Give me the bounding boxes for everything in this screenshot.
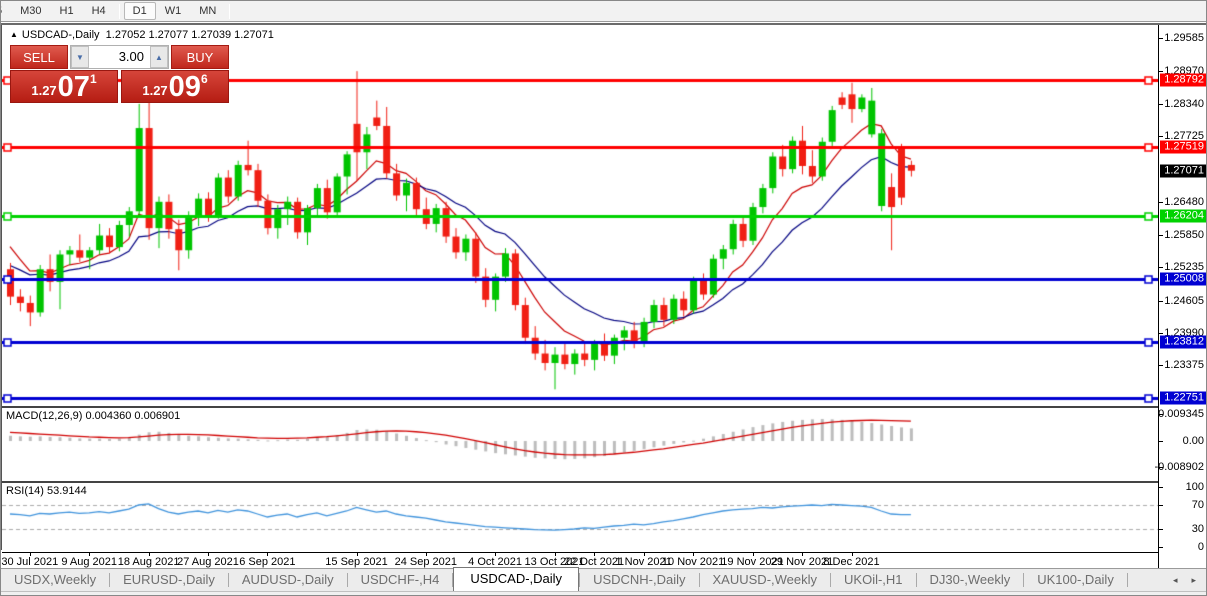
price-axis-label: 100 <box>1185 481 1204 493</box>
buy-price-display[interactable]: 1.27 09 6 <box>121 70 229 103</box>
price-axis-label: 0.009345 <box>1158 408 1204 420</box>
price-axis-label: 1.23375 <box>1164 359 1204 371</box>
price-axis-label: 0 <box>1197 541 1204 553</box>
timeframe-toolbar: 5M30H1H4 D1W1MN <box>1 1 1206 22</box>
price-axis-tickmark <box>1159 38 1163 39</box>
price-tag: 1.22751 <box>1160 391 1206 405</box>
price-tag: 1.27519 <box>1160 140 1206 154</box>
price-axis-tickmark <box>1159 505 1163 506</box>
price-axis-label: 1.25850 <box>1164 229 1204 241</box>
chart-plots: ▲ USDCAD-,Daily 1.27052 1.27077 1.27039 1… <box>1 25 1159 570</box>
price-axis-label: 1.24605 <box>1164 295 1204 307</box>
volume-input[interactable]: 3.00 <box>89 46 150 68</box>
timeframe-button-w1[interactable]: W1 <box>156 3 191 19</box>
time-axis-label: 24 Sep 2021 <box>394 556 457 568</box>
chart-tab-dj30-weekly[interactable]: DJ30-,Weekly <box>917 569 1024 591</box>
price-tag: 1.28792 <box>1160 73 1206 87</box>
sell-price-prefix: 1.27 <box>31 83 57 98</box>
timeframe-button-d1[interactable]: D1 <box>123 2 156 20</box>
chart-tabbar: USDX,Weekly EURUSD-,Daily AUDUSD-,Daily USD… <box>1 567 1206 591</box>
volume-spinner: ▼ 3.00 ▲ <box>70 45 169 69</box>
price-axis-tickmark <box>1159 235 1163 236</box>
timeframe-button-m30[interactable]: M30 <box>11 3 50 19</box>
chart-window: ▲ USDCAD-,Daily 1.27052 1.27077 1.27039 1… <box>1 23 1206 570</box>
buy-price-prefix: 1.27 <box>142 83 168 98</box>
time-axis-label: 9 Aug 2021 <box>61 556 118 568</box>
time-axis-label: 10 Nov 2021 <box>661 556 725 568</box>
macd-panel[interactable]: MACD(12,26,9) 0.004360 0.006901 <box>2 406 1159 481</box>
chart-tab-eurusd-daily[interactable]: EURUSD-,Daily <box>110 569 228 591</box>
rsi-canvas <box>2 483 1159 552</box>
price-axis-label: 30 <box>1191 523 1204 535</box>
time-axis-label: 27 Aug 2021 <box>177 556 239 568</box>
sell-price-display[interactable]: 1.27 07 1 <box>10 70 118 103</box>
price-axis-tickmark <box>1159 441 1163 442</box>
price-axis-tickmark <box>1159 487 1163 488</box>
toolbar-separator <box>118 3 120 19</box>
toolbar-separator <box>229 3 231 19</box>
time-axis-label: 8 Dec 2021 <box>823 556 880 568</box>
price-axis-tickmark <box>1159 529 1163 530</box>
one-click-trade-panel: SELL ▼ 3.00 ▲ BUY 1.27 07 1 1.27 09 6 <box>10 45 229 103</box>
price-axis-tickmark <box>1159 71 1163 72</box>
price-axis-tickmark <box>1159 202 1163 203</box>
chart-ohlc-values: 1.27052 1.27077 1.27039 1.27071 <box>105 29 274 41</box>
trading-platform-window: 5M30H1H4D1W1MN ▲USDCAD-,Daily 1.27052 1.… <box>0 0 1207 596</box>
chart-tab-uk100-daily[interactable]: UK100-,Daily <box>1024 569 1127 591</box>
rsi-panel[interactable]: RSI(14) 53.9144 <box>2 481 1159 552</box>
price-axis-label: -0.008902 <box>1154 461 1204 473</box>
timeframe-button-5[interactable]: 5 <box>1 3 11 19</box>
price-axis[interactable]: 1.29585 1.28970 1.28340 1.27725 1.26480 1.258… <box>1154 25 1206 568</box>
chart-title: ▲ USDCAD-,Daily 1.27052 1.27077 1.27039 1… <box>10 29 274 41</box>
price-axis-tickmark <box>1159 267 1163 268</box>
buy-price-big: 09 <box>168 71 201 103</box>
price-tag: 1.26204 <box>1160 209 1206 223</box>
chart-tab-usdchf-h4[interactable]: USDCHF-,H4 <box>348 569 453 591</box>
chart-tab-xauusd-weekly[interactable]: XAUUSD-,Weekly <box>700 569 831 591</box>
sell-price-sup: 1 <box>89 72 97 86</box>
chart-tab-usdx-weekly[interactable]: USDX,Weekly <box>1 569 109 591</box>
price-axis-tickmark <box>1159 301 1163 302</box>
price-tag: 1.23812 <box>1160 335 1206 349</box>
tab-separator <box>1126 573 1128 587</box>
macd-label: MACD(12,26,9) 0.004360 0.006901 <box>6 410 181 422</box>
price-axis-label: 1.25235 <box>1164 261 1204 273</box>
price-axis-tickmark <box>1159 333 1163 334</box>
price-tag: 1.25008 <box>1160 272 1206 286</box>
chart-tab-usdcad-daily[interactable]: USDCAD-,Daily <box>453 567 580 591</box>
chart-tab-ukoil-h1[interactable]: UKOil-,H1 <box>831 569 916 591</box>
time-axis-label: 30 Jul 2021 <box>1 556 59 568</box>
chart-symbol-label: USDCAD-,Daily <box>21 29 100 41</box>
time-axis-label: 6 Sep 2021 <box>239 556 296 568</box>
tab-scroll-right-icon[interactable]: ▸ <box>1191 575 1196 586</box>
price-axis-label: 1.29585 <box>1164 32 1204 44</box>
timeframe-button-h1[interactable]: H1 <box>51 3 83 19</box>
price-axis-label: 1.28340 <box>1164 98 1204 110</box>
price-axis-label: 1.26480 <box>1164 196 1204 208</box>
price-axis-tickmark <box>1159 104 1163 105</box>
price-axis-tickmark <box>1159 136 1163 137</box>
timeframe-button-h4[interactable]: H4 <box>83 3 115 19</box>
volume-decrease-icon[interactable]: ▼ <box>71 46 89 68</box>
sell-button[interactable]: SELL <box>10 45 68 69</box>
time-axis-label: 15 Sep 2021 <box>325 556 388 568</box>
tab-scroll-left-icon[interactable]: ◂ <box>1173 575 1178 586</box>
collapse-triangle-icon[interactable]: ▲ <box>10 30 18 39</box>
sell-price-big: 07 <box>57 71 90 103</box>
price-axis-tickmark <box>1159 547 1163 548</box>
time-axis-label: 18 Aug 2021 <box>117 556 180 568</box>
price-axis-label: 70 <box>1191 499 1204 511</box>
buy-button[interactable]: BUY <box>171 45 229 69</box>
price-axis-label: 0.00 <box>1182 435 1204 447</box>
price-axis-tickmark <box>1159 365 1163 366</box>
chart-tab-audusd-daily[interactable]: AUDUSD-,Daily <box>229 569 347 591</box>
buy-price-sup: 6 <box>200 72 208 86</box>
bottom-strip <box>1 591 1206 595</box>
price-tag: 1.27071 <box>1160 164 1206 178</box>
timeframe-button-mn[interactable]: MN <box>190 3 225 19</box>
chart-tab-usdcnh-daily[interactable]: USDCNH-,Daily <box>580 569 698 591</box>
volume-increase-icon[interactable]: ▲ <box>150 46 168 68</box>
rsi-label: RSI(14) 53.9144 <box>6 485 87 497</box>
